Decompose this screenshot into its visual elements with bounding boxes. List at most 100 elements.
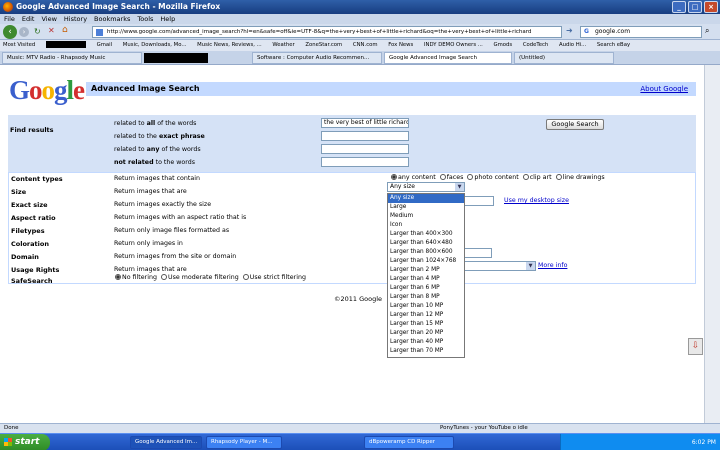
size-option[interactable]: Larger than 8 MP: [388, 293, 464, 302]
size-option[interactable]: Medium: [388, 212, 464, 221]
browser-search-field[interactable]: G google.com: [580, 26, 702, 38]
more-info-link[interactable]: More info: [538, 262, 567, 269]
logo-letter: o: [29, 75, 42, 105]
search-magnifier-icon[interactable]: ⌕: [705, 26, 709, 36]
bookmark-most-visited[interactable]: Most Visited: [3, 42, 35, 48]
menu-bookmarks[interactable]: Bookmarks: [94, 14, 130, 24]
bookmark-music-news[interactable]: Music News, Reviews, ...: [197, 42, 262, 48]
option-label-size: Size: [11, 188, 27, 196]
status-text: Done: [4, 425, 19, 431]
size-option[interactable]: Larger than 640×480: [388, 239, 464, 248]
size-option[interactable]: Larger than 12 MP: [388, 311, 464, 320]
size-select[interactable]: Any size ▼: [387, 182, 465, 192]
not-words-input[interactable]: [321, 157, 409, 167]
bookmark-zonestar[interactable]: ZoneStar.com: [305, 42, 342, 48]
task-firefox[interactable]: Google Advanced Im...: [130, 436, 202, 449]
task-rhapsody[interactable]: Rhapsody Player - M...: [206, 436, 282, 449]
safesearch-radios: No filtering Use moderate filtering Use …: [115, 274, 306, 281]
size-option[interactable]: Icon: [388, 221, 464, 230]
window-titlebar: Google Advanced Image Search - Mozilla F…: [0, 0, 720, 14]
radio-faces[interactable]: faces: [439, 174, 463, 181]
radio-strict-filtering[interactable]: Use strict filtering: [242, 274, 306, 281]
any-words-input[interactable]: [321, 144, 409, 154]
stop-icon[interactable]: ✕: [48, 26, 55, 35]
option-desc-domain: Return images from the site or domain: [114, 253, 237, 260]
size-option[interactable]: Larger than 20 MP: [388, 329, 464, 338]
menu-view[interactable]: View: [41, 14, 56, 24]
bookmark-indy-demo[interactable]: INDY DEMO Owners ...: [424, 42, 483, 48]
tab-software[interactable]: Software : Computer Audio Recommen...: [252, 52, 382, 64]
size-option[interactable]: Larger than 1024×768: [388, 257, 464, 266]
size-option[interactable]: Larger than 2 MP: [388, 266, 464, 275]
bookmark-audio[interactable]: Audio Hi...: [559, 42, 586, 48]
site-favicon: [96, 29, 103, 36]
radio-moderate-filtering[interactable]: Use moderate filtering: [160, 274, 239, 281]
radio-no-filtering[interactable]: No filtering: [115, 274, 157, 281]
bookmark-ebay[interactable]: Search eBay: [597, 42, 630, 48]
menu-file[interactable]: File: [4, 14, 15, 24]
google-logo: Google: [9, 75, 85, 105]
option-desc-usage-rights: Return images that are: [114, 266, 187, 273]
size-option[interactable]: Large: [388, 203, 464, 212]
page-header-bar: Advanced Image Search About Google: [86, 82, 696, 96]
tab-rhapsody[interactable]: Music: MTV Radio - Rhapsody Music: [2, 52, 142, 64]
bookmark-gmail[interactable]: Gmail: [97, 42, 112, 48]
menu-bar: File Edit View History Bookmarks Tools H…: [0, 14, 720, 24]
radio-line-drawings[interactable]: line drawings: [555, 174, 605, 181]
logo-letter: G: [9, 75, 30, 105]
back-arrow-icon[interactable]: ‹: [3, 25, 17, 39]
bookmark-fox-news[interactable]: Fox News: [388, 42, 413, 48]
radio-clip-art[interactable]: clip art: [522, 174, 552, 181]
tab-google-advanced-image[interactable]: Google Advanced Image Search: [384, 52, 512, 64]
download-arrow-icon[interactable]: ⇩: [688, 338, 703, 355]
task-dbpoweramp[interactable]: dBpoweramp CD Ripper: [364, 436, 454, 449]
size-option[interactable]: Larger than 800×600: [388, 248, 464, 257]
size-option[interactable]: Larger than 4 MP: [388, 275, 464, 284]
menu-history[interactable]: History: [64, 14, 87, 24]
option-desc-content-types: Return images that contain: [114, 175, 200, 182]
bookmark-music-downloads[interactable]: Music, Downloads, Mo...: [123, 42, 187, 48]
all-words-input[interactable]: the very best of little richard: [321, 118, 409, 128]
radio-any-content[interactable]: any content: [391, 174, 436, 181]
address-bar[interactable]: http://www.google.com/advanced_image_sea…: [92, 26, 562, 38]
go-arrow-icon[interactable]: ➜: [566, 26, 573, 35]
size-option[interactable]: Larger than 400×300: [388, 230, 464, 239]
use-desktop-size-link[interactable]: Use my desktop size: [504, 197, 569, 204]
option-desc-filetypes: Return only image files formatted as: [114, 227, 230, 234]
find-row-exact: related to the exact phrase: [114, 133, 205, 140]
minimize-icon[interactable]: _: [672, 1, 686, 13]
menu-edit[interactable]: Edit: [22, 14, 35, 24]
size-option[interactable]: Any size: [388, 194, 464, 203]
tab-untitled[interactable]: (Untitled): [514, 52, 614, 64]
menu-tools[interactable]: Tools: [137, 14, 153, 24]
reload-icon[interactable]: ↻: [34, 27, 41, 36]
size-option[interactable]: Larger than 70 MP: [388, 347, 464, 356]
option-desc-aspect-ratio: Return images with an aspect ratio that …: [114, 214, 247, 221]
system-tray: 6:02 PM: [560, 434, 720, 450]
radio-photo-content[interactable]: photo content: [467, 174, 519, 181]
navigation-toolbar: ‹ › ↻ ✕ ⌂ http://www.google.com/advanced…: [0, 24, 720, 40]
bookmark-codetech[interactable]: CodeTech: [523, 42, 548, 48]
page-scrollbar[interactable]: [704, 65, 720, 423]
maximize-icon[interactable]: □: [688, 1, 702, 13]
menu-help[interactable]: Help: [160, 14, 175, 24]
size-option[interactable]: Larger than 6 MP: [388, 284, 464, 293]
forward-arrow-icon[interactable]: ›: [19, 27, 29, 37]
option-label-domain: Domain: [11, 253, 39, 261]
start-button[interactable]: start: [0, 434, 50, 450]
size-option[interactable]: Larger than 10 MP: [388, 302, 464, 311]
option-label-content-types: Content types: [11, 175, 63, 183]
find-row-not: not related to the words: [114, 159, 196, 166]
home-icon[interactable]: ⌂: [62, 25, 68, 35]
size-option[interactable]: Larger than 15 MP: [388, 320, 464, 329]
google-search-button[interactable]: Google Search: [546, 119, 604, 130]
bookmark-gmods[interactable]: Gmods: [494, 42, 513, 48]
browser-search-value: google.com: [595, 28, 631, 35]
address-url: http://www.google.com/advanced_image_sea…: [107, 29, 532, 35]
close-icon[interactable]: ×: [704, 1, 718, 13]
bookmark-weather[interactable]: Weather: [272, 42, 294, 48]
bookmark-cnn[interactable]: CNN.com: [353, 42, 378, 48]
exact-phrase-input[interactable]: [321, 131, 409, 141]
size-option[interactable]: Larger than 40 MP: [388, 338, 464, 347]
about-google-link[interactable]: About Google: [640, 82, 688, 96]
